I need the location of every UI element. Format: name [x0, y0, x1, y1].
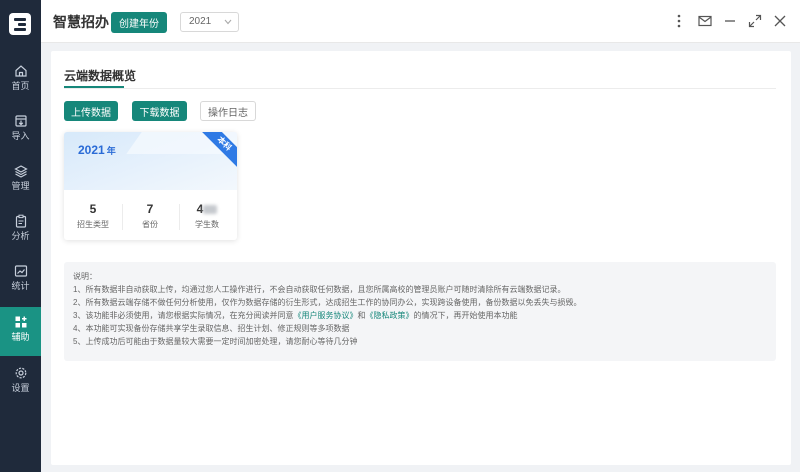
clipboard-icon: [15, 214, 26, 228]
title-bar: 智慧招办 创建年份 2021: [41, 0, 800, 43]
sidebar-item-label: 辅助: [11, 332, 30, 342]
minimize-icon[interactable]: [721, 12, 739, 30]
gear-icon: [15, 367, 26, 379]
download-data-button[interactable]: 下载数据: [132, 101, 187, 121]
year-card-year-suffix: 年: [106, 146, 116, 156]
main-panel: 云端数据概览 上传数据 下载数据 操作日志 2021 年 本科 5 招生类型 7 …: [51, 51, 791, 465]
stat-value: 5: [89, 202, 97, 216]
section-title-underline: [64, 86, 124, 88]
stat-enrollment-types: 5 招生类型: [65, 202, 121, 230]
sidebar-item-home[interactable]: 首页: [0, 56, 41, 104]
privacy-policy-link[interactable]: 《隐私政策》: [365, 311, 413, 320]
user-agreement-link[interactable]: 《用户服务协议》: [293, 311, 357, 320]
stat-label: 招生类型: [77, 220, 109, 229]
section-title: 云端数据概览: [64, 69, 137, 83]
note-line-1: 1、所有数据非自动获取上传，均通过您人工操作进行，不会自动获取任何数据，且您所属…: [73, 285, 566, 294]
stat-value-digit: 4: [196, 202, 204, 216]
sidebar-item-settings[interactable]: 设置: [0, 358, 41, 406]
sidebar-item-label: 统计: [11, 281, 30, 291]
notes-panel: 说明： 1、所有数据非自动获取上传，均通过您人工操作进行，不会自动获取任何数据，…: [64, 262, 776, 361]
chevron-down-icon: [224, 19, 232, 25]
stat-students: 4 学生数: [179, 202, 235, 230]
stat-label: 省份: [142, 220, 158, 229]
chart-icon: [14, 265, 27, 277]
maximize-icon[interactable]: [746, 12, 764, 30]
stat-value: 7: [146, 202, 154, 216]
note-line-5: 5、上传成功后可能由于数据量较大需要一定时间加密处理，请您耐心等待几分钟: [73, 337, 358, 346]
year-select-value: 2021: [189, 16, 212, 27]
note-line-2: 2、所有数据云端存储不做任何分析使用，仅作为数据存储的衍生形式，达成招生工作的协…: [73, 298, 582, 307]
sidebar-item-label: 管理: [11, 181, 30, 191]
close-icon[interactable]: [771, 12, 789, 30]
note-line-4: 4、本功能可实现备份存储共享学生录取信息、招生计划、修正规则等多项数据: [73, 324, 350, 333]
sidebar-item-manage[interactable]: 管理: [0, 156, 41, 204]
sidebar-item-label: 导入: [11, 131, 30, 141]
redacted-value: [203, 205, 218, 215]
sidebar: 首页 导入 管理 分析 统计 辅助 设置: [0, 0, 41, 472]
year-data-card[interactable]: 2021 年 本科 5 招生类型 7 省份 4 学生数: [64, 132, 237, 240]
layers-icon: [13, 165, 28, 178]
home-icon: [14, 65, 27, 77]
sidebar-item-assist[interactable]: 辅助: [0, 307, 41, 356]
stat-value: 4: [179, 202, 235, 216]
note-line-3: 3、该功能非必须使用，请您根据实际情况，在充分阅读并同意《用户服务协议》和《隐私…: [73, 311, 518, 320]
app-title: 智慧招办: [53, 14, 109, 30]
upload-data-button[interactable]: 上传数据: [64, 101, 118, 121]
grid-plus-icon: [15, 316, 26, 328]
sidebar-item-import[interactable]: 导入: [0, 106, 41, 154]
sidebar-item-label: 设置: [11, 383, 30, 393]
sidebar-item-label: 首页: [11, 81, 30, 91]
stat-provinces: 7 省份: [122, 202, 178, 230]
mail-icon[interactable]: [696, 12, 714, 30]
sidebar-item-analysis[interactable]: 分析: [0, 206, 41, 254]
app-logo-icon: [9, 13, 31, 35]
import-icon: [14, 115, 27, 127]
create-year-button[interactable]: 创建年份: [111, 12, 167, 33]
operation-log-button[interactable]: 操作日志: [200, 101, 256, 121]
notes-heading: 说明：: [73, 272, 97, 281]
sidebar-item-statistics[interactable]: 统计: [0, 256, 41, 304]
year-select[interactable]: 2021: [180, 12, 239, 32]
more-vertical-icon[interactable]: [670, 12, 688, 30]
year-card-year: 2021: [78, 143, 105, 157]
sidebar-item-label: 分析: [11, 231, 30, 241]
year-card-title: 2021 年: [78, 143, 116, 157]
section-divider: [64, 88, 776, 89]
stat-label: 学生数: [195, 220, 219, 229]
